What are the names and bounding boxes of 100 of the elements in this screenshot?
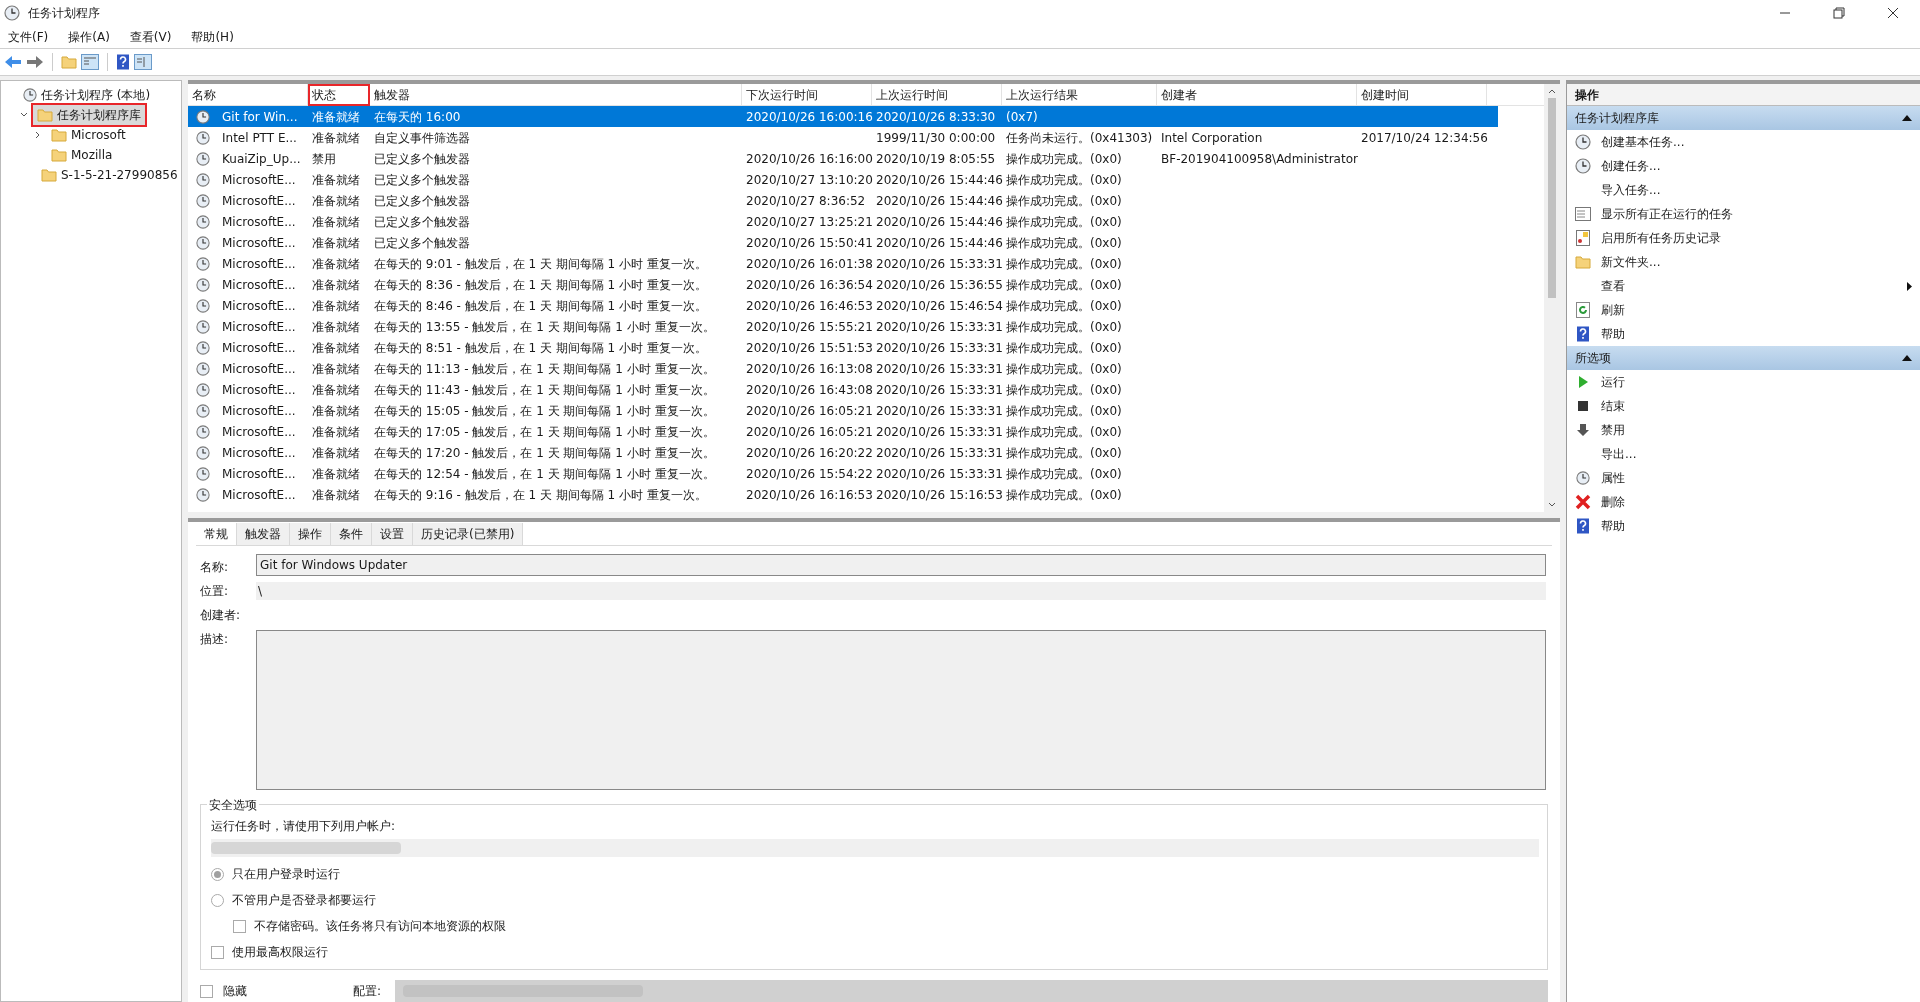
action-item[interactable]: 帮助	[1567, 322, 1920, 346]
task-row[interactable]: MicrosoftE... 准备就绪 已定义多个触发器 2020/10/27 13:25:21 2020/10/26 15:44:46 操作成功完成。(0x0)	[188, 211, 1498, 232]
close-icon[interactable]	[1887, 7, 1899, 19]
status-cell: 禁用	[312, 151, 336, 166]
status-cell: 准备就绪	[312, 361, 360, 376]
tree-item[interactable]: S-1-5-21-27990856	[37, 165, 181, 185]
action-item[interactable]: 属性	[1567, 466, 1920, 490]
action-item[interactable]: 启用所有任务历史记录	[1567, 226, 1920, 250]
folder-icon	[51, 148, 67, 162]
action-item[interactable]: 刷新	[1567, 298, 1920, 322]
action-item[interactable]: 结束	[1567, 394, 1920, 418]
task-row[interactable]: MicrosoftE... 准备就绪 在每天的 13:55 - 触发后，在 1 天 期间每隔 1 小时 重复一次。 2020/10/26 15:55:21 2020/10/26 15:33:31 操作成功完成。(0x0)	[188, 316, 1498, 337]
refresh-icon	[1576, 302, 1590, 318]
task-row[interactable]: MicrosoftE... 准备就绪 在每天的 8:36 - 触发后，在 1 天 期间每隔 1 小时 重复一次。 2020/10/26 16:36:54 2020/10/26 15:36:55 操作成功完成。(0x0)	[188, 274, 1498, 295]
column-header[interactable]: 上次运行时间	[872, 84, 1002, 106]
column-header[interactable]: 创建时间	[1357, 84, 1487, 106]
action-item[interactable]: 查看	[1567, 274, 1920, 298]
radio-button[interactable]	[211, 867, 224, 881]
action-item[interactable]: 删除	[1567, 490, 1920, 514]
name-field[interactable]: Git for Windows Updater	[256, 554, 1546, 576]
tab[interactable]: 条件	[331, 523, 372, 545]
tree-label: Microsoft	[71, 127, 126, 144]
menu-item[interactable]: 帮助(H)	[191, 28, 234, 46]
tree-item[interactable]: Microsoft	[47, 125, 130, 145]
task-row[interactable]: MicrosoftE... 准备就绪 已定义多个触发器 2020/10/26 15:50:41 2020/10/26 15:44:46 操作成功完成。(0x0)	[188, 232, 1498, 253]
restore-icon[interactable]	[1833, 7, 1845, 19]
scroll-up-icon[interactable]	[1548, 88, 1556, 94]
chevron-down-icon[interactable]	[20, 111, 28, 119]
description-field[interactable]	[256, 630, 1546, 790]
task-name-cell: MicrosoftE...	[222, 214, 296, 229]
task-row[interactable]: MicrosoftE... 准备就绪 已定义多个触发器 2020/10/27 8:36:52 2020/10/26 15:44:46 操作成功完成。(0x0)	[188, 190, 1498, 211]
column-header[interactable]: 名称	[188, 84, 308, 106]
action-item[interactable]: 新文件夹...	[1567, 250, 1920, 274]
tree-item[interactable]: Mozilla	[47, 145, 117, 165]
task-row[interactable]: MicrosoftE... 准备就绪 在每天的 11:43 - 触发后，在 1 天 期间每隔 1 小时 重复一次。 2020/10/26 16:43:08 2020/10/26 15:33:31 操作成功完成。(0x0)	[188, 379, 1498, 400]
trigger-cell: 在每天的 11:43 - 触发后，在 1 天 期间每隔 1 小时 重复一次。	[374, 382, 715, 397]
tree-item[interactable]: 任务计划程序 (本地)	[19, 85, 155, 105]
checkbox[interactable]	[200, 984, 213, 998]
action-item[interactable]: 创建基本任务...	[1567, 130, 1920, 154]
task-row[interactable]: MicrosoftE... 准备就绪 在每天的 15:05 - 触发后，在 1 天 期间每隔 1 小时 重复一次。 2020/10/26 16:05:21 2020/10/26 15:33:31 操作成功完成。(0x0)	[188, 400, 1498, 421]
tab[interactable]: 操作	[290, 523, 331, 545]
folder-icon	[41, 168, 57, 182]
task-row[interactable]: MicrosoftE... 准备就绪 在每天的 17:05 - 触发后，在 1 天 期间每隔 1 小时 重复一次。 2020/10/26 16:05:21 2020/10/26 15:33:31 操作成功完成。(0x0)	[188, 421, 1498, 442]
action-item[interactable]: 导出...	[1567, 442, 1920, 466]
scroll-down-icon[interactable]	[1548, 502, 1556, 508]
task-name-cell: MicrosoftE...	[222, 256, 296, 271]
chevron-right-icon[interactable]	[34, 131, 42, 139]
scroll-thumb[interactable]	[1548, 98, 1556, 298]
collapse-icon[interactable]	[1902, 355, 1912, 361]
status-cell: 准备就绪	[312, 235, 360, 250]
task-row[interactable]: MicrosoftE... 准备就绪 在每天的 9:01 - 触发后，在 1 天 期间每隔 1 小时 重复一次。 2020/10/26 16:01:38 2020/10/26 15:33:31 操作成功完成。(0x0)	[188, 253, 1498, 274]
back-arrow-icon[interactable]	[4, 54, 22, 70]
next-run-cell: 2020/10/26 16:36:54	[746, 277, 873, 292]
task-row[interactable]: MicrosoftE... 准备就绪 在每天的 8:51 - 触发后，在 1 天 期间每隔 1 小时 重复一次。 2020/10/26 15:51:53 2020/10/26 15:33:31 操作成功完成。(0x0)	[188, 337, 1498, 358]
task-row[interactable]: Git for Win... 准备就绪 在每天的 16:00 2020/10/26 16:00:16 2020/10/26 8:33:30 (0x7)	[188, 106, 1498, 127]
last-run-cell: 2020/10/26 15:44:46	[876, 193, 1003, 208]
action-item[interactable]: 运行	[1567, 370, 1920, 394]
pane-icon[interactable]	[81, 54, 99, 70]
menu-item[interactable]: 操作(A)	[68, 28, 110, 46]
task-row[interactable]: MicrosoftE... 准备就绪 已定义多个触发器 2020/10/27 13:10:20 2020/10/26 15:44:46 操作成功完成。(0x0)	[188, 169, 1498, 190]
column-header[interactable]: 状态	[308, 84, 370, 106]
task-row[interactable]: KuaiZip_Up... 禁用 已定义多个触发器 2020/10/26 16:16:00 2020/10/19 8:05:55 操作成功完成。(0x0) BF-201904100958\Administrator	[188, 148, 1498, 169]
collapse-icon[interactable]	[1902, 115, 1912, 121]
help-icon	[116, 54, 130, 70]
column-header[interactable]: 下次运行时间	[742, 84, 872, 106]
action-item[interactable]: 禁用	[1567, 418, 1920, 442]
action-pane-icon[interactable]	[134, 54, 152, 70]
action-item[interactable]: 导入任务...	[1567, 178, 1920, 202]
tab[interactable]: 设置	[372, 523, 413, 545]
field-label: 创建者:	[199, 607, 242, 624]
tree-item[interactable]: 任务计划程序库	[33, 105, 145, 125]
task-row[interactable]: MicrosoftE... 准备就绪 在每天的 12:54 - 触发后，在 1 天 期间每隔 1 小时 重复一次。 2020/10/26 15:54:22 2020/10/26 15:33:31 操作成功完成。(0x0)	[188, 463, 1498, 484]
radio-button[interactable]	[211, 893, 224, 907]
action-item[interactable]: 帮助	[1567, 514, 1920, 538]
section-header[interactable]: 所选项	[1567, 346, 1920, 370]
action-item[interactable]: 创建任务...	[1567, 154, 1920, 178]
task-row[interactable]: MicrosoftE... 准备就绪 在每天的 9:16 - 触发后，在 1 天 期间每隔 1 小时 重复一次。 2020/10/26 16:16:53 2020/10/26 15:16:53 操作成功完成。(0x0)	[188, 484, 1498, 505]
column-header[interactable]: 创建者	[1157, 84, 1357, 106]
trigger-cell: 自定义事件筛选器	[374, 130, 470, 145]
last-run-cell: 2020/10/26 15:44:46	[876, 235, 1003, 250]
location-field: \	[256, 582, 1546, 600]
column-header[interactable]: 上次运行结果	[1002, 84, 1157, 106]
forward-arrow-icon[interactable]	[26, 54, 44, 70]
task-row[interactable]: MicrosoftE... 准备就绪 在每天的 8:46 - 触发后，在 1 天 期间每隔 1 小时 重复一次。 2020/10/26 16:46:53 2020/10/26 15:46:54 操作成功完成。(0x0)	[188, 295, 1498, 316]
menu-item[interactable]: 文件(F)	[8, 28, 49, 46]
task-row[interactable]: MicrosoftE... 准备就绪 在每天的 11:13 - 触发后，在 1 天 期间每隔 1 小时 重复一次。 2020/10/26 16:13:08 2020/10/26 15:33:31 操作成功完成。(0x0)	[188, 358, 1498, 379]
tab[interactable]: 历史记录(已禁用)	[413, 523, 524, 545]
menu-item[interactable]: 查看(V)	[129, 28, 172, 46]
action-item[interactable]: 显示所有正在运行的任务	[1567, 202, 1920, 226]
play-icon	[1577, 375, 1589, 389]
column-header[interactable]: 触发器	[370, 84, 742, 106]
field-label: 配置:	[353, 983, 383, 1000]
tab[interactable]: 触发器	[237, 523, 290, 545]
checkbox[interactable]	[211, 945, 224, 959]
task-row[interactable]: MicrosoftE... 准备就绪 在每天的 17:20 - 触发后，在 1 天 期间每隔 1 小时 重复一次。 2020/10/26 16:20:22 2020/10/26 15:33:31 操作成功完成。(0x0)	[188, 442, 1498, 463]
checkbox[interactable]	[233, 919, 246, 933]
status-cell: 准备就绪	[312, 172, 360, 187]
section-header[interactable]: 任务计划程序库	[1567, 106, 1920, 130]
last-run-cell: 2020/10/26 15:44:46	[876, 172, 1003, 187]
task-row[interactable]: Intel PTT E... 准备就绪 自定义事件筛选器 1999/11/30 0:00:00 任务尚未运行。(0x41303) Intel Corporation 2017/10/24 12:34:56	[188, 127, 1498, 148]
